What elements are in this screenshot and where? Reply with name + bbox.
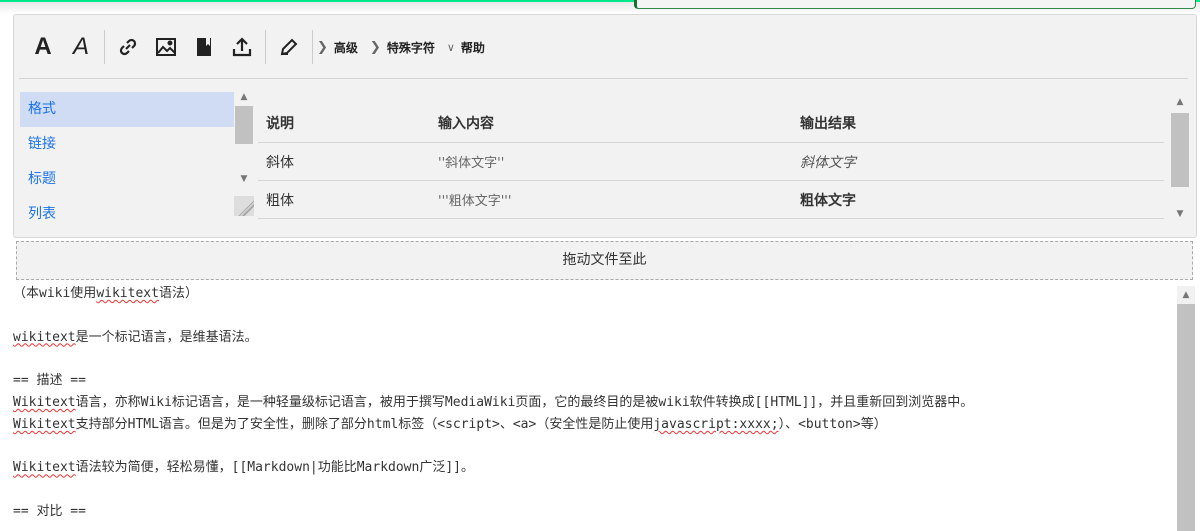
editor-line: Wikitext语言，亦称Wiki标记语言，是一种轻量级标记语言，被用于撰写Me… — [13, 392, 1176, 414]
upload-button[interactable] — [223, 29, 261, 65]
wikitext-editor[interactable]: （本wiki使用wikitext语法） wikitext是一个标记语言，是维基语… — [0, 283, 1176, 531]
menu-special-chars[interactable]: ❯ 特殊字符 — [370, 39, 435, 56]
scrollbar-thumb[interactable] — [1171, 113, 1189, 187]
editor-line: （本wiki使用wikitext语法） — [13, 283, 1176, 305]
cell-output: 粗体文字 — [800, 192, 856, 209]
help-table-scrollbar[interactable]: ▲ ▼ — [1170, 97, 1190, 227]
summary-box — [634, 0, 1196, 9]
cell-input: '''粗体文字''' — [438, 194, 512, 209]
reference-button[interactable] — [185, 29, 223, 65]
misspelled-word: Wikitext — [13, 416, 76, 432]
cell-input: ''斜体文字'' — [438, 156, 505, 171]
image-icon — [156, 38, 176, 56]
link-button[interactable] — [109, 29, 147, 65]
chevron-right-icon: ❯ — [317, 39, 328, 55]
editor-line: == 描述 == — [13, 373, 86, 389]
reference-icon — [197, 38, 211, 56]
text: 语法） — [158, 286, 198, 301]
menu-label: 特殊字符 — [386, 40, 435, 55]
scroll-up-icon[interactable]: ▲ — [1170, 97, 1190, 113]
divider — [312, 30, 313, 64]
text: （本wiki使用 — [13, 286, 97, 301]
help-list-scrollbar[interactable]: ▲ ▼ — [234, 92, 254, 228]
bold-icon: A — [34, 33, 52, 60]
table-row: 粗体 '''粗体文字''' 粗体文字 — [258, 181, 1164, 219]
scrollbar-thumb[interactable] — [235, 106, 253, 144]
scroll-down-icon[interactable]: ▼ — [234, 174, 254, 188]
help-table: 说明 输入内容 输出结果 斜体 ''斜体文字'' 斜体文字 粗体 '''粗体文字… — [258, 103, 1164, 219]
divider — [104, 30, 105, 64]
text: 是一个标记语言，是维基语法。 — [75, 329, 258, 345]
scroll-up-icon[interactable]: ▲ — [1177, 286, 1195, 304]
file-drop-zone[interactable]: 拖动文件至此 — [16, 241, 1193, 280]
menu-label: 帮助 — [460, 40, 485, 55]
signature-button[interactable] — [270, 29, 308, 65]
chevron-right-icon: ❯ — [369, 39, 381, 55]
scroll-up-icon[interactable]: ▲ — [234, 92, 254, 106]
resize-handle[interactable] — [234, 196, 254, 216]
cell-output: 斜体文字 — [800, 154, 856, 171]
chevron-down-icon: ∨ — [446, 40, 455, 54]
help-section-headings[interactable]: 标题 — [20, 162, 234, 197]
misspelled-word: wikitext — [13, 329, 76, 345]
scrollbar-thumb[interactable] — [1177, 304, 1195, 531]
column-header: 输出结果 — [800, 115, 856, 132]
text: ）、<button>等） — [778, 416, 887, 432]
misspelled-word: javascript:xxxx; — [653, 416, 779, 432]
misspelled-word: Wikitext — [13, 460, 76, 476]
scroll-down-icon[interactable]: ▼ — [1170, 209, 1190, 223]
italic-button[interactable]: A — [62, 29, 100, 65]
editor-toolbar-panel: A A ❯ 高级 ❯ 特殊字符 ∨ 帮助 格式 链接 标题 列表 ▲ ▼ 说明 输入内… — [13, 14, 1197, 238]
upload-icon — [232, 37, 252, 57]
link-icon — [119, 38, 137, 56]
menu-label: 高级 — [333, 40, 358, 55]
help-section-links[interactable]: 链接 — [20, 127, 234, 162]
italic-icon: A — [72, 33, 89, 60]
help-section-lists[interactable]: 列表 — [20, 197, 234, 232]
pencil-icon — [280, 38, 298, 56]
help-section-list: 格式 链接 标题 列表 — [20, 92, 234, 232]
column-header: 输入内容 — [438, 115, 494, 132]
table-header: 说明 输入内容 输出结果 — [258, 103, 1164, 143]
editor-line: wikitext是一个标记语言，是维基语法。 — [13, 327, 1176, 349]
menu-advanced[interactable]: ❯ 高级 — [317, 39, 358, 56]
image-button[interactable] — [147, 29, 185, 65]
editor-line: Wikitext支持部分HTML语言。但是为了安全性，删除了部分html标签（<… — [13, 414, 1176, 436]
column-header: 说明 — [266, 115, 294, 132]
cell-desc: 斜体 — [266, 154, 294, 171]
text: 语言，亦称Wiki标记语言，是一种轻量级标记语言，被用于撰写MediaWiki页… — [75, 394, 974, 410]
text: 支持部分HTML语言。但是为了安全性，删除了部分html标签（<script>、… — [75, 416, 654, 432]
text: 语法较为简便，轻松易懂，[[Markdown|功能比Markdown广泛]]。 — [75, 460, 474, 476]
cell-desc: 粗体 — [266, 192, 294, 209]
editor-line: Wikitext语法较为简便，轻松易懂，[[Markdown|功能比Markdo… — [13, 457, 1176, 479]
editor-scrollbar[interactable]: ▲ — [1177, 286, 1195, 531]
misspelled-word: Wikitext — [13, 394, 76, 410]
divider — [265, 30, 266, 64]
misspelled-word: wikitext — [96, 286, 159, 301]
help-section-format[interactable]: 格式 — [20, 92, 234, 127]
toolbar: A A ❯ 高级 ❯ 特殊字符 ∨ 帮助 — [14, 27, 497, 67]
table-row: 斜体 ''斜体文字'' 斜体文字 — [258, 143, 1164, 181]
divider — [19, 78, 1188, 79]
bold-button[interactable]: A — [24, 29, 62, 65]
menu-help[interactable]: ∨ 帮助 — [447, 39, 485, 56]
editor-line: == 对比 == — [13, 503, 86, 519]
